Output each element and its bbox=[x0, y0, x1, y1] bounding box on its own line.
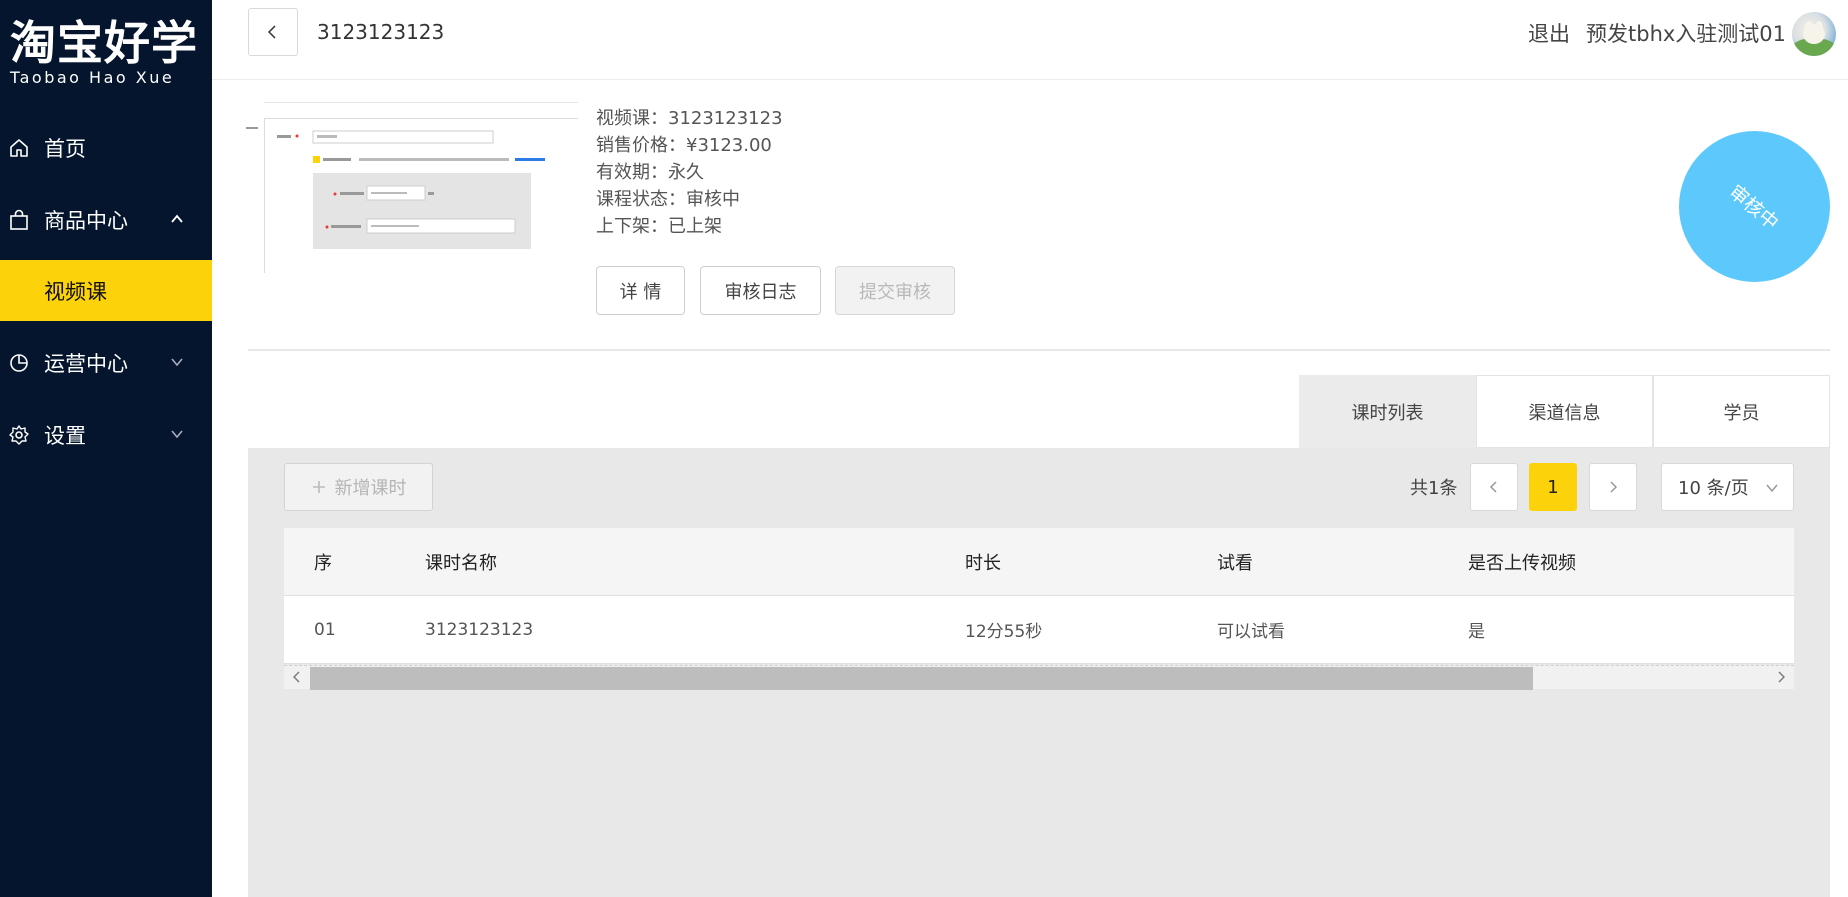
column-header: 时长 bbox=[965, 552, 1001, 574]
gear-icon bbox=[8, 424, 30, 446]
thumbnail-image bbox=[265, 119, 579, 274]
home-icon bbox=[8, 137, 30, 159]
column-header: 序 bbox=[314, 552, 332, 574]
thumbnail-top-line bbox=[264, 102, 578, 103]
column-header: 是否上传视频 bbox=[1468, 552, 1576, 574]
tab-channel-info[interactable]: 渠道信息 bbox=[1476, 375, 1653, 448]
lesson-panel: 新增课时 共1条 1 10 条/页 序 课时名称 时长 试看 是否上传视频 01… bbox=[248, 448, 1830, 897]
cell-duration: 12分55秒 bbox=[965, 622, 1043, 642]
tab-students[interactable]: 学员 bbox=[1653, 375, 1830, 448]
chevron-up-icon bbox=[171, 214, 183, 223]
sidebar-item-home[interactable]: 首页 bbox=[0, 118, 212, 178]
cell-preview: 可以试看 bbox=[1217, 622, 1285, 642]
logo-text-en: Taobao Hao Xue bbox=[10, 68, 175, 87]
thumbnail-side-mark bbox=[246, 124, 260, 134]
section-divider bbox=[248, 349, 1830, 351]
course-thumbnail[interactable] bbox=[264, 118, 579, 274]
bag-icon bbox=[8, 209, 30, 231]
sidebar-item-settings[interactable]: 设置 bbox=[0, 405, 212, 465]
sidebar-item-label: 运营中心 bbox=[44, 352, 128, 376]
add-lesson-button[interactable]: 新增课时 bbox=[284, 463, 433, 511]
table-header: 序 课时名称 时长 试看 是否上传视频 bbox=[284, 528, 1794, 596]
scrollbar-thumb[interactable] bbox=[310, 667, 1533, 690]
scroll-right-icon[interactable] bbox=[1774, 670, 1788, 684]
logout-link[interactable]: 退出 bbox=[1528, 18, 1570, 48]
info-sale-price: 销售价格：¥3123.00 bbox=[596, 135, 772, 156]
page-size-value: 10 条/页 bbox=[1678, 478, 1749, 499]
add-lesson-label: 新增课时 bbox=[334, 478, 407, 499]
chevron-down-icon bbox=[1766, 484, 1778, 493]
status-stamp: 审核中 bbox=[1679, 131, 1830, 282]
sidebar-item-label: 商品中心 bbox=[44, 209, 128, 233]
page-title: 3123123123 bbox=[317, 20, 445, 44]
back-button[interactable] bbox=[248, 8, 298, 56]
column-header: 课时名称 bbox=[425, 552, 497, 574]
page-1-button[interactable]: 1 bbox=[1529, 463, 1577, 511]
username: 预发tbhx入驻测试01 bbox=[1586, 22, 1787, 46]
logo-text-cn: 淘宝好学 bbox=[10, 16, 198, 70]
horizontal-scrollbar[interactable] bbox=[284, 665, 1794, 690]
chevron-right-icon bbox=[1610, 481, 1618, 493]
info-course-status: 课程状态：审核中 bbox=[596, 189, 740, 210]
submit-audit-button[interactable]: 提交审核 bbox=[835, 266, 955, 315]
column-header: 试看 bbox=[1217, 552, 1253, 574]
cell-lesson-name: 3123123123 bbox=[425, 619, 534, 640]
info-course-name: 视频课：3123123123 bbox=[596, 108, 783, 129]
scroll-left-icon[interactable] bbox=[290, 670, 304, 684]
sidebar-item-video-course[interactable]: 视频课 bbox=[0, 260, 212, 321]
table-row[interactable]: 01 3123123123 12分55秒 可以试看 是 bbox=[284, 596, 1794, 664]
chevron-left-icon bbox=[267, 25, 276, 39]
page-size-select[interactable]: 10 条/页 bbox=[1661, 463, 1794, 511]
tab-lesson-list[interactable]: 课时列表 bbox=[1299, 375, 1476, 448]
sidebar-item-operations[interactable]: 运营中心 bbox=[0, 333, 212, 393]
logo: 淘宝好学 Taobao Hao Xue bbox=[10, 16, 200, 87]
plus-icon bbox=[312, 481, 325, 493]
sidebar-item-label: 首页 bbox=[44, 137, 86, 161]
avatar[interactable] bbox=[1792, 12, 1836, 56]
sidebar: 淘宝好学 Taobao Hao Xue 首页 商品中心 视频课 运营中心 设置 bbox=[0, 0, 212, 897]
info-listing-status: 上下架：已上架 bbox=[596, 216, 722, 237]
chevron-down-icon bbox=[171, 358, 183, 367]
total-count: 共1条 bbox=[1410, 478, 1458, 499]
next-page-button[interactable] bbox=[1589, 463, 1637, 511]
chevron-down-icon bbox=[171, 430, 183, 439]
audit-log-button[interactable]: 审核日志 bbox=[700, 266, 821, 315]
prev-page-button[interactable] bbox=[1470, 463, 1518, 511]
sidebar-item-label: 设置 bbox=[44, 424, 86, 448]
chevron-left-icon bbox=[1489, 481, 1497, 493]
status-stamp-text: 审核中 bbox=[1724, 180, 1783, 235]
lesson-table: 序 课时名称 时长 试看 是否上传视频 01 3123123123 12分55秒… bbox=[284, 528, 1794, 664]
pie-chart-icon bbox=[8, 352, 30, 374]
sidebar-item-product-center[interactable]: 商品中心 bbox=[0, 190, 212, 250]
info-validity: 有效期：永久 bbox=[596, 162, 704, 183]
detail-button[interactable]: 详 情 bbox=[596, 266, 685, 315]
cell-video-uploaded: 是 bbox=[1468, 622, 1485, 642]
top-header: 3123123123 退出 预发tbhx入驻测试01 bbox=[212, 0, 1848, 80]
sidebar-item-label: 视频课 bbox=[44, 279, 107, 304]
cell-index: 01 bbox=[314, 619, 336, 640]
